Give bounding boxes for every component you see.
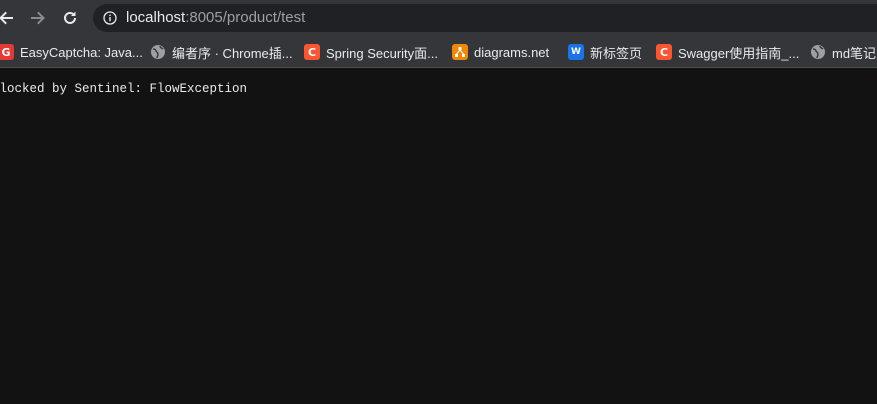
bookmark-label: Swagger使用指南_... (678, 45, 800, 61)
forward-button[interactable] (26, 6, 50, 30)
error-message: Blocked by Sentinel: FlowException (0, 82, 248, 96)
bookmark-chrome-plugin[interactable]: 编者序 · Chrome插... (150, 42, 293, 62)
easycaptcha-icon: G (0, 44, 14, 60)
globe-icon (810, 44, 826, 60)
bookmark-label: diagrams.net (474, 44, 550, 60)
forward-arrow-icon (31, 11, 45, 25)
address-bar[interactable]: localhost:8005/product/test (93, 4, 877, 32)
diagrams-icon (452, 44, 468, 60)
url-path: :8005/product/test (185, 9, 306, 26)
url-host: localhost (126, 9, 186, 26)
url-text[interactable]: localhost:8005/product/test (126, 4, 305, 32)
bookmark-easycaptcha[interactable]: G EasyCaptcha: Java... (0, 42, 143, 62)
bookmark-label: 编者序 · Chrome插... (172, 45, 293, 61)
reload-button[interactable] (58, 6, 82, 30)
bookmark-label: md笔记 (832, 45, 877, 61)
bookmark-swagger[interactable]: C Swagger使用指南_... (656, 42, 799, 62)
csdn-icon: C (304, 44, 320, 60)
globe-icon (150, 44, 166, 60)
bookmark-label: 新标签页 (590, 45, 643, 61)
info-icon[interactable] (103, 11, 117, 25)
bookmark-label: EasyCaptcha: Java... (20, 44, 143, 60)
page-content: Blocked by Sentinel: FlowException (0, 69, 877, 404)
bookmark-spring-security[interactable]: C Spring Security面... (304, 42, 438, 62)
bookmarks-bar: G EasyCaptcha: Java... 编者序 · Chrome插... … (0, 36, 877, 68)
bookmark-md-notes[interactable]: md笔记 (810, 42, 876, 62)
back-arrow-icon (0, 11, 13, 25)
bookmark-label: Spring Security面... (326, 45, 438, 61)
browser-toolbar: localhost:8005/product/test (0, 0, 877, 36)
bookmark-diagrams[interactable]: diagrams.net (452, 42, 549, 62)
bookmark-new-tab[interactable]: W 新标签页 (568, 42, 642, 62)
wetab-icon: W (568, 44, 584, 60)
csdn-icon: C (656, 44, 672, 60)
back-button[interactable] (0, 6, 18, 30)
reload-icon (64, 11, 76, 24)
